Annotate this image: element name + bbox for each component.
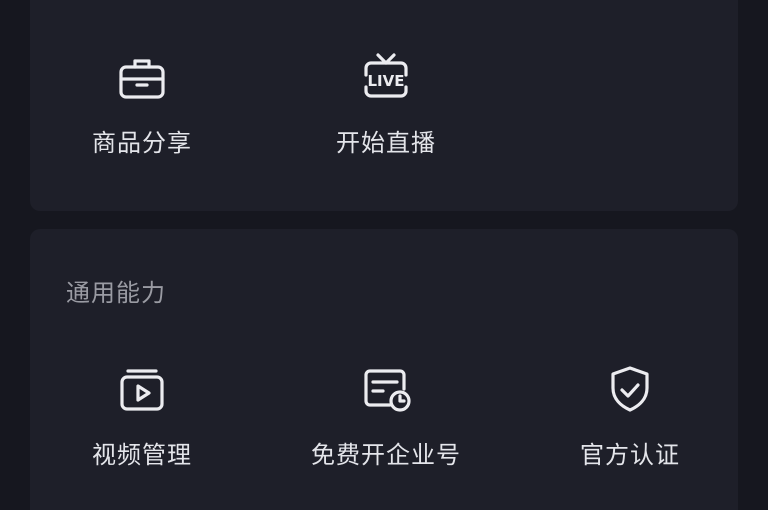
live-tv-icon: LIVE (360, 51, 412, 103)
tile-label: 官方认证 (580, 441, 680, 469)
tile-label: 视频管理 (92, 441, 192, 469)
video-manage-icon (116, 363, 168, 415)
tile-label: 开始直播 (336, 129, 436, 157)
tools-card-top: 商品分享 LIVE 开始直播 (30, 0, 738, 211)
page: 商品分享 LIVE 开始直播 通用能力 视频管理 免费开企业号 官方认证 (0, 0, 768, 510)
tile-enterprise-account[interactable]: 免费开企业号 (274, 363, 498, 470)
general-capabilities-card: 通用能力 视频管理 免费开企业号 官方认证 (30, 229, 738, 510)
enterprise-account-icon (360, 363, 412, 415)
shopping-box-icon (116, 51, 168, 103)
tile-start-live[interactable]: LIVE 开始直播 (274, 51, 498, 158)
tile-label: 免费开企业号 (311, 441, 461, 469)
tile-video-manage[interactable]: 视频管理 (30, 363, 254, 470)
live-icon-text: LIVE (368, 72, 405, 90)
tile-label: 商品分享 (92, 129, 192, 157)
section-title: 通用能力 (66, 279, 166, 307)
shield-check-icon (604, 363, 656, 415)
tile-official-verify[interactable]: 官方认证 (518, 363, 742, 470)
tile-product-share[interactable]: 商品分享 (30, 51, 254, 158)
